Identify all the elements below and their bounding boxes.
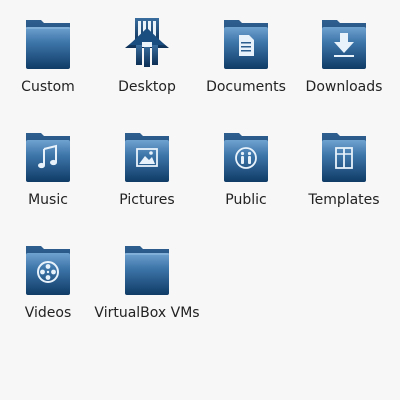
folder-documents[interactable]: Documents — [198, 12, 294, 122]
folder-icon — [122, 238, 172, 298]
folder-virtualbox-vms[interactable]: VirtualBox VMs — [94, 238, 200, 348]
folder-label: Music — [28, 192, 68, 208]
folder-custom[interactable]: Custom — [0, 12, 96, 122]
folder-videos[interactable]: Videos — [0, 238, 96, 348]
videos-folder-icon — [23, 238, 73, 298]
templates-folder-icon — [319, 125, 369, 185]
folder-icon — [23, 12, 73, 72]
public-folder-icon — [221, 125, 271, 185]
folder-label: Custom — [21, 79, 75, 95]
folder-label: Downloads — [305, 79, 383, 95]
folder-label: VirtualBox VMs — [94, 305, 200, 321]
documents-folder-icon — [221, 12, 271, 72]
folder-label: Desktop — [118, 79, 176, 95]
folder-label: Pictures — [119, 192, 175, 208]
folder-pictures[interactable]: Pictures — [99, 125, 195, 235]
folder-downloads[interactable]: Downloads — [296, 12, 392, 122]
music-folder-icon — [23, 125, 73, 185]
folder-music[interactable]: Music — [0, 125, 96, 235]
folder-label: Documents — [206, 79, 286, 95]
folder-label: Public — [225, 192, 267, 208]
folder-desktop[interactable]: Desktop — [99, 12, 195, 122]
downloads-folder-icon — [319, 12, 369, 72]
folder-templates[interactable]: Templates — [296, 125, 392, 235]
folder-label: Templates — [308, 192, 380, 208]
folder-public[interactable]: Public — [198, 125, 294, 235]
desktop-folder-icon — [122, 12, 172, 72]
pictures-folder-icon — [122, 125, 172, 185]
folder-label: Videos — [24, 305, 72, 321]
